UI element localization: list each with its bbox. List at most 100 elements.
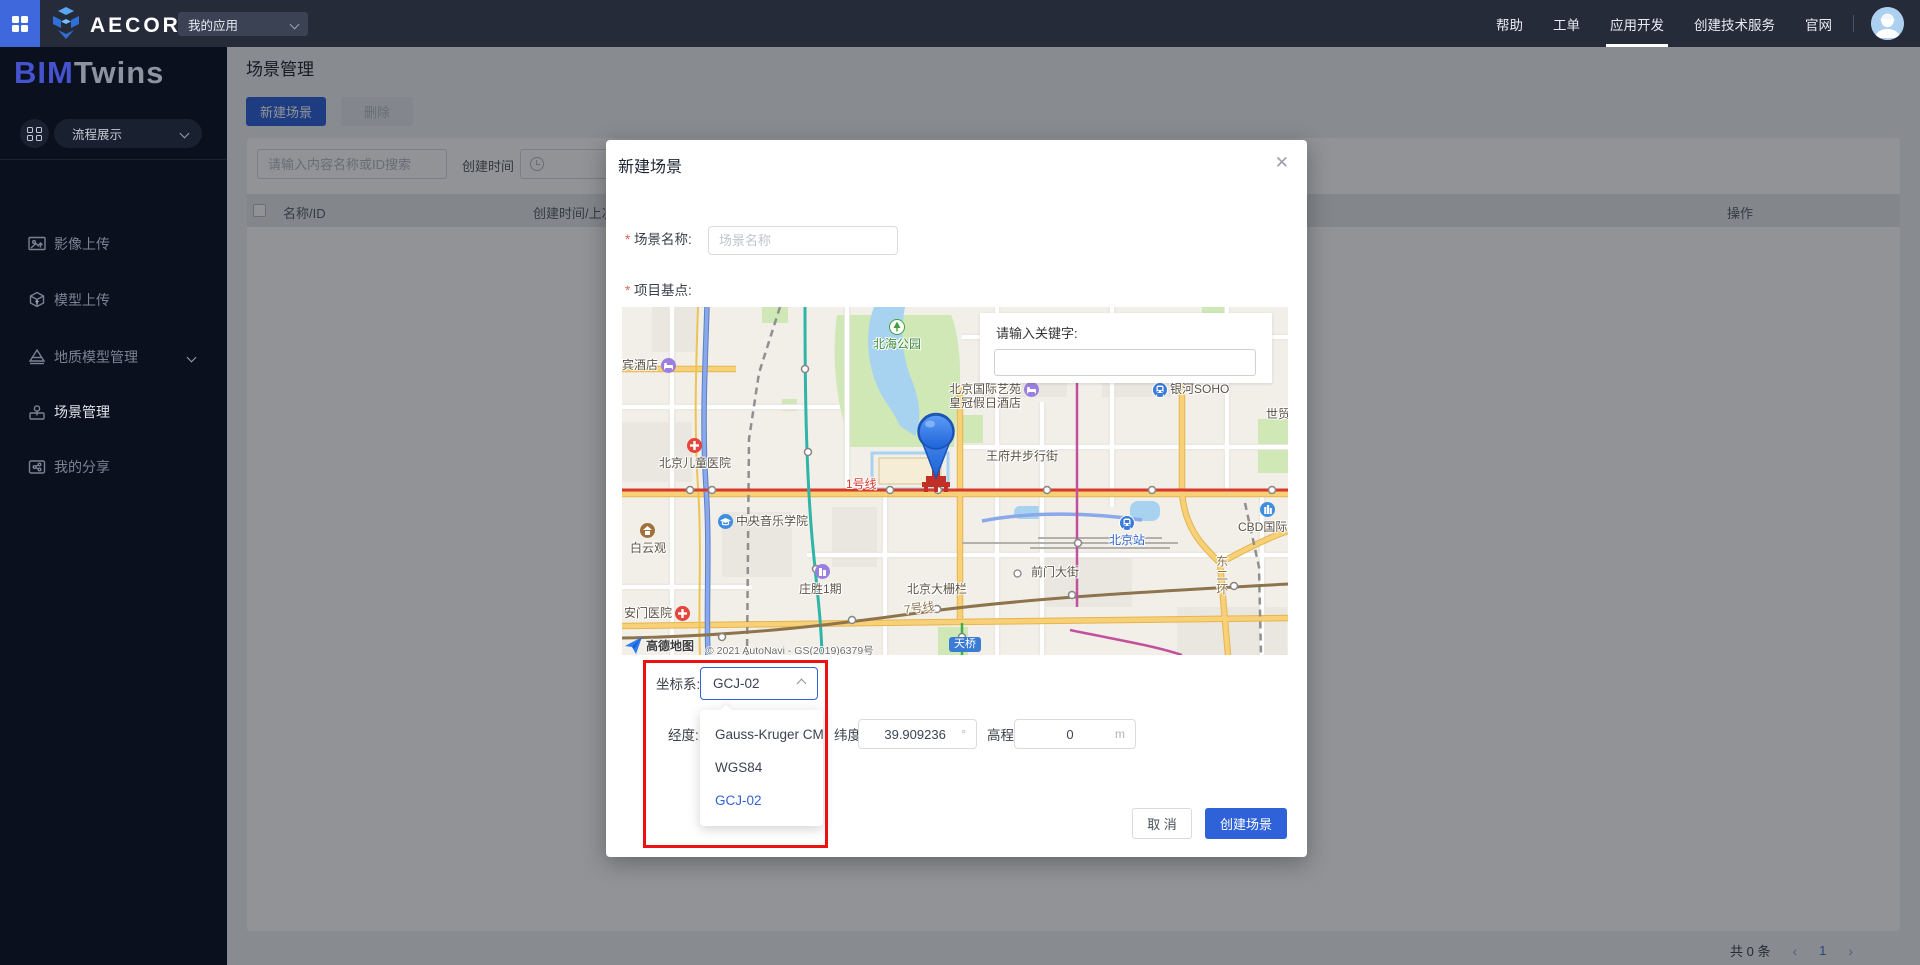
- sidebar-item-label: 我的分享: [54, 457, 110, 477]
- chevron-down-icon: [180, 129, 190, 139]
- topnav: 帮助工单应用开发创建技术服务官网: [1496, 0, 1832, 47]
- brand-cube-icon: [50, 6, 82, 45]
- dropdown-option-wgs84[interactable]: WGS84: [700, 751, 823, 784]
- layout-grid-button[interactable]: [20, 119, 49, 148]
- map-keyword-panel: 请输入关键字:: [980, 313, 1272, 383]
- temple-icon: [640, 523, 655, 543]
- map-label-7: 中央音乐学院: [736, 515, 808, 529]
- school-icon: [718, 514, 733, 534]
- sidebar-widget-row: 流程展示: [0, 119, 227, 149]
- app-menu-value: 我的应用: [188, 15, 238, 34]
- building-icon: [1260, 502, 1275, 522]
- topnav-link-1[interactable]: 工单: [1553, 0, 1580, 47]
- hotel-icon: [661, 358, 676, 378]
- sidebar-item-scene[interactable]: 场景管理: [0, 392, 227, 432]
- cancel-button[interactable]: 取 消: [1132, 808, 1192, 839]
- sidebar-item-label: 场景管理: [54, 402, 110, 422]
- base-point-label: 项目基点:: [625, 279, 692, 299]
- bimtwins-logo: BIMTwins: [14, 55, 164, 91]
- map-label-6: 北京儿童医院: [659, 457, 731, 471]
- longitude-label: 经度:: [668, 724, 699, 744]
- worker-avatar-icon: [1871, 7, 1904, 40]
- logo-twins: Twins: [74, 55, 165, 90]
- map-copyright: © 2021 AutoNavi - GS(2019)6379号: [706, 643, 874, 655]
- new-scene-modal: 新建场景 ✕ 场景名称: 项目基点:: [606, 140, 1307, 857]
- image-upload-icon: [27, 234, 47, 254]
- sidebar-divider: [0, 159, 227, 160]
- modal-title: 新建场景: [618, 153, 682, 177]
- chevron-down-icon: [290, 19, 300, 29]
- smalldot-icon: [1013, 565, 1022, 583]
- map-label-0: 宾酒店: [622, 359, 658, 373]
- map-label-13: 前门大街: [1031, 566, 1079, 580]
- create-scene-button[interactable]: 创建场景: [1205, 808, 1287, 839]
- metro-icon: [1152, 382, 1168, 403]
- chevron-up-icon: [797, 679, 807, 689]
- coord-system-select[interactable]: GCJ-02: [700, 667, 818, 700]
- hospital-icon: [675, 606, 690, 626]
- chevron-down-icon: [187, 352, 197, 362]
- map[interactable]: 请输入关键字:: [622, 307, 1288, 655]
- brand[interactable]: AECORE: [50, 6, 198, 45]
- mode-select[interactable]: 流程展示: [54, 119, 202, 148]
- scene-icon: [27, 402, 47, 422]
- map-label-10: 白云观: [630, 542, 666, 556]
- coord-system-label: 坐标系:: [656, 673, 700, 693]
- scene-name-input[interactable]: [708, 226, 898, 255]
- metro-icon: [1119, 515, 1135, 536]
- location-pin[interactable]: [914, 410, 958, 494]
- map-label-14: 安门医院: [624, 607, 672, 621]
- topnav-link-4[interactable]: 官网: [1805, 0, 1832, 47]
- coord-system-value: GCJ-02: [713, 676, 760, 691]
- dropdown-option-gcj-02[interactable]: GCJ-02: [700, 784, 823, 817]
- hotel-icon: [1024, 382, 1039, 402]
- degree-unit: °: [961, 727, 966, 741]
- altitude-value: 0: [1025, 727, 1115, 742]
- sidebar-item-label: 影像上传: [54, 234, 110, 254]
- map-vendor-logo: 高德地图: [624, 636, 694, 655]
- altitude-input[interactable]: 0 m: [1014, 719, 1136, 749]
- sidebar-item-geology[interactable]: 地质模型管理: [0, 337, 227, 377]
- topnav-link-2[interactable]: 应用开发: [1610, 0, 1664, 47]
- dropdown-option-gauss-kruger-cm[interactable]: Gauss-Kruger CM: [700, 718, 823, 751]
- sidebar-item-image-upload[interactable]: 影像上传: [0, 224, 227, 264]
- app-menu-select[interactable]: 我的应用: [178, 12, 308, 36]
- keyword-label: 请输入关键字:: [996, 323, 1078, 342]
- map-label-18: 东二环: [1214, 555, 1228, 597]
- gaode-logo-text: 高德地图: [646, 637, 694, 654]
- map-label-5: 世贸天: [1266, 408, 1288, 422]
- map-label-2: 北京国际艺苑 皇冠假日酒店: [949, 383, 1021, 411]
- model-upload-icon: [27, 290, 47, 310]
- sidebar: BIMTwins 流程展示 影像上传模型上传地质模型管理场景管理我的分享: [0, 47, 227, 965]
- coord-system-dropdown: Gauss-Kruger CMWGS84GCJ-02: [700, 710, 823, 826]
- screen: AECORE 我的应用 帮助工单应用开发创建技术服务官网 BIMTwins: [0, 0, 1920, 965]
- close-icon[interactable]: ✕: [1275, 154, 1289, 171]
- estate-icon: [815, 564, 830, 584]
- sidebar-item-label: 模型上传: [54, 290, 110, 310]
- app-launcher-button[interactable]: [0, 0, 40, 47]
- logo-bim: BIM: [14, 55, 74, 90]
- avatar[interactable]: [1871, 7, 1904, 40]
- map-label-11: 庄胜1期: [799, 583, 842, 597]
- map-label-9: CBD国际: [1238, 521, 1287, 535]
- park-icon: [889, 319, 905, 340]
- app-grid-icon: [12, 16, 28, 32]
- grid-icon: [27, 127, 43, 141]
- map-label-4: 银河SOHO: [1170, 383, 1229, 397]
- keyword-input[interactable]: [994, 349, 1256, 376]
- sidebar-item-share[interactable]: 我的分享: [0, 447, 227, 487]
- topnav-link-0[interactable]: 帮助: [1496, 0, 1523, 47]
- map-label-12: 北京大栅栏: [907, 583, 967, 597]
- sidebar-item-model-upload[interactable]: 模型上传: [0, 280, 227, 320]
- sidebar-item-label: 地质模型管理: [54, 347, 138, 367]
- map-label-1: 北海公园: [873, 338, 921, 352]
- meter-unit: m: [1115, 727, 1125, 741]
- geology-icon: [27, 347, 47, 367]
- hospital-icon: [687, 438, 702, 458]
- mode-select-value: 流程展示: [72, 124, 122, 143]
- map-label-15: 1号线: [846, 478, 877, 492]
- topnav-divider: [1853, 15, 1854, 32]
- topnav-link-3[interactable]: 创建技术服务: [1694, 0, 1775, 47]
- share-icon: [27, 457, 47, 477]
- latitude-input[interactable]: 39.909236 °: [858, 719, 977, 749]
